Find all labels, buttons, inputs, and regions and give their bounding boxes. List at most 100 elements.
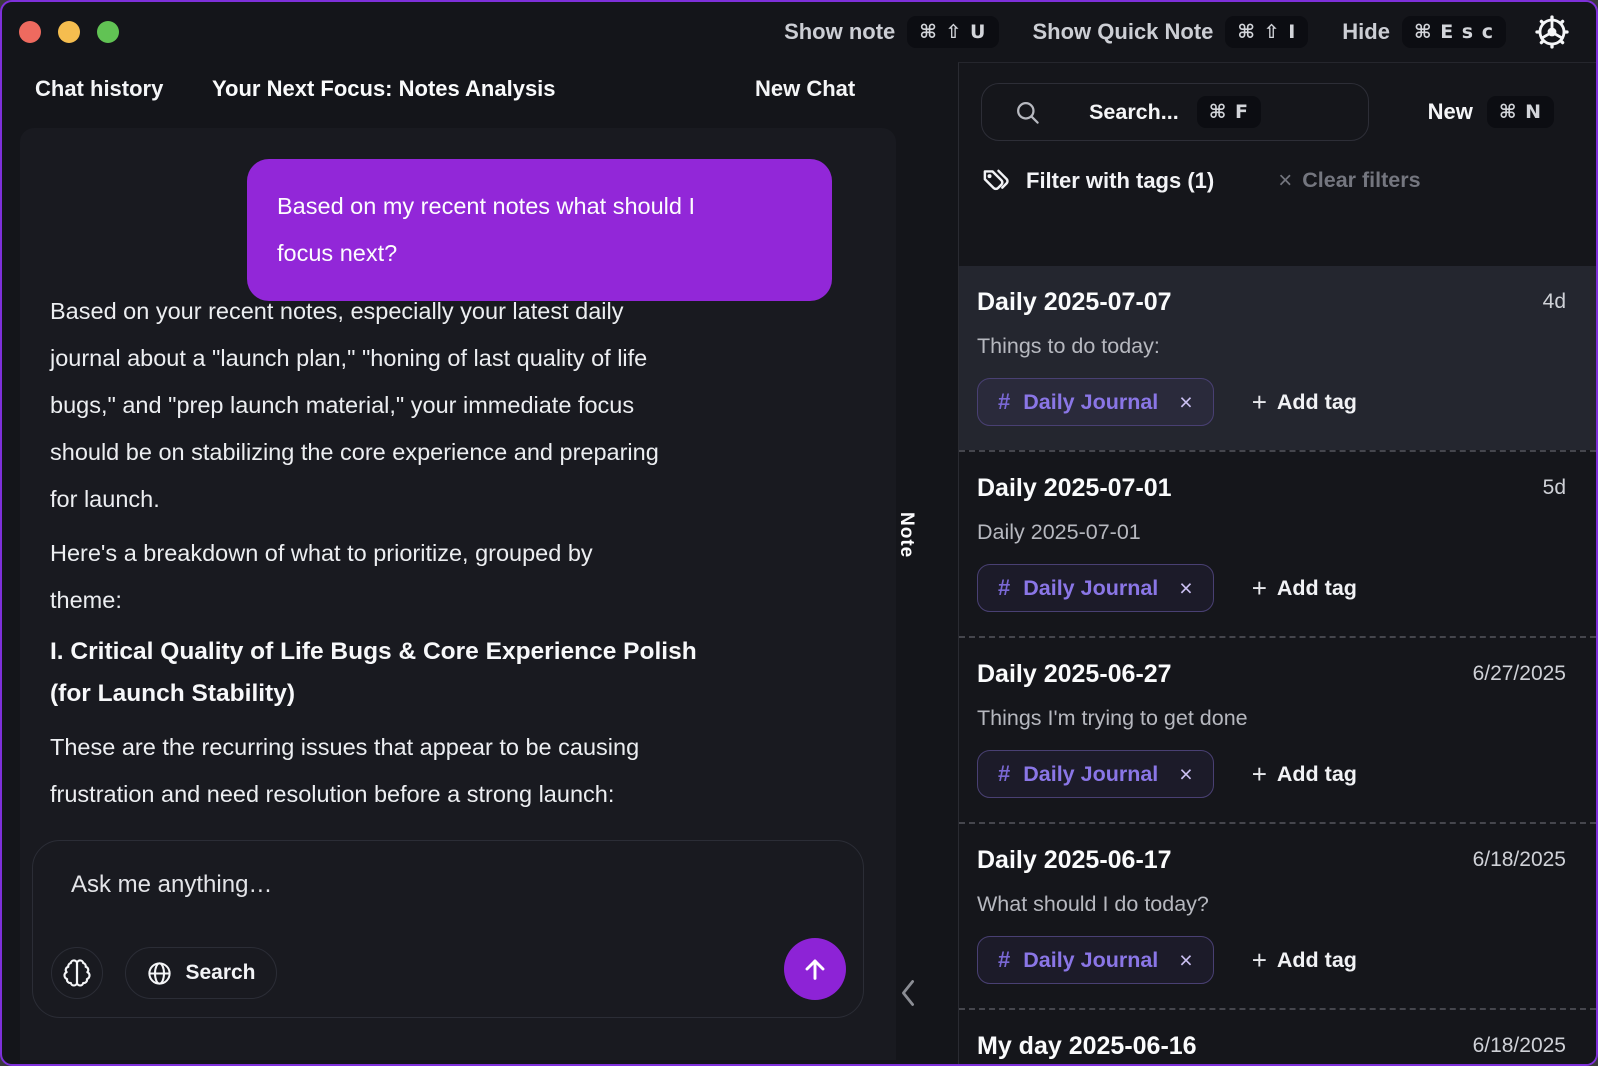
note-title: Daily 2025-06-17 — [977, 846, 1172, 875]
notes-toolbar: Search... ⌘ F New ⌘ N — [959, 63, 1596, 141]
note-list: Daily 2025-07-07 4d Things to do today: … — [959, 266, 1596, 1064]
clear-filters-button[interactable]: × Clear filters — [1278, 167, 1420, 195]
note-preview: Daily 2025-07-01 — [977, 520, 1566, 545]
assistant-heading: I. Critical Quality of Life Bugs & Core … — [50, 631, 860, 715]
search-icon — [1014, 99, 1041, 126]
add-tag-label: Add tag — [1277, 762, 1357, 787]
chat-input[interactable] — [71, 871, 743, 931]
remove-tag-icon[interactable]: × — [1179, 947, 1192, 974]
note-date: 4d — [1543, 288, 1566, 314]
brain-icon — [62, 958, 92, 988]
note-date: 6/18/2025 — [1473, 1032, 1566, 1058]
filter-with-tags-button[interactable]: Filter with tags (1) — [1026, 168, 1214, 194]
hide-action[interactable]: Hide ⌘ E s c — [1342, 16, 1506, 48]
clear-filters-label: Clear filters — [1302, 168, 1420, 193]
tag-pill[interactable]: # Daily Journal × — [977, 564, 1214, 612]
tag-pill[interactable]: # Daily Journal × — [977, 378, 1214, 426]
app-window: Show note ⌘ ⇧ U Show Quick Note ⌘ ⇧ I Hi… — [0, 0, 1598, 1066]
assistant-paragraph: These are the recurring issues that appe… — [50, 724, 860, 818]
close-window-button[interactable] — [19, 21, 41, 43]
user-message-bubble: Based on my recent notes what should I f… — [247, 159, 832, 301]
add-tag-label: Add tag — [1277, 576, 1357, 601]
note-tab[interactable]: Note — [895, 512, 917, 558]
web-search-toggle[interactable]: Search — [125, 947, 277, 999]
zoom-window-button[interactable] — [97, 21, 119, 43]
hide-label[interactable]: Hide — [1342, 19, 1390, 45]
tag-label: Daily Journal — [1023, 948, 1158, 973]
remove-tag-icon[interactable]: × — [1179, 575, 1192, 602]
add-tag-button[interactable]: + Add tag — [1252, 761, 1357, 787]
plus-icon: + — [1252, 947, 1267, 973]
minimize-window-button[interactable] — [58, 21, 80, 43]
note-card[interactable]: Daily 2025-06-17 6/18/2025 What should I… — [959, 822, 1596, 1008]
note-date: 6/27/2025 — [1473, 660, 1566, 686]
note-date: 6/18/2025 — [1473, 846, 1566, 872]
note-date: 5d — [1543, 474, 1566, 500]
chat-title: Your Next Focus: Notes Analysis — [212, 76, 556, 102]
note-card[interactable]: My day 2025-06-16 6/18/2025 — [959, 1008, 1596, 1064]
note-card[interactable]: Daily 2025-06-27 6/27/2025 Things I'm tr… — [959, 636, 1596, 822]
new-note-label: New — [1428, 99, 1473, 125]
show-note-label[interactable]: Show note — [784, 19, 895, 45]
notes-search-box[interactable]: Search... ⌘ F — [981, 83, 1369, 141]
notes-panel: Search... ⌘ F New ⌘ N Filter with tags (… — [958, 62, 1596, 1064]
filter-row: Filter with tags (1) × Clear filters — [959, 165, 1596, 196]
ai-model-button[interactable] — [51, 947, 103, 999]
chat-history-button[interactable]: Chat history — [35, 76, 163, 102]
show-note-shortcut: ⌘ ⇧ U — [907, 16, 998, 48]
tags-icon — [981, 165, 1012, 196]
assistant-message: Based on your recent notes, especially y… — [50, 288, 860, 825]
settings-button[interactable] — [1530, 10, 1574, 54]
note-title: Daily 2025-07-07 — [977, 288, 1172, 317]
chat-header: Chat history Your Next Focus: Notes Anal… — [2, 62, 957, 126]
arrow-up-icon — [799, 953, 831, 985]
tag-pill[interactable]: # Daily Journal × — [977, 936, 1214, 984]
show-quick-note-action[interactable]: Show Quick Note ⌘ ⇧ I — [1033, 16, 1309, 48]
show-note-action[interactable]: Show note ⌘ ⇧ U — [784, 16, 998, 48]
chevron-left-icon — [899, 978, 917, 1008]
clear-x-icon: × — [1278, 167, 1292, 195]
tag-label: Daily Journal — [1023, 576, 1158, 601]
show-quick-note-label[interactable]: Show Quick Note — [1033, 19, 1214, 45]
hash-icon: # — [998, 761, 1010, 787]
note-card[interactable]: Daily 2025-07-01 5d Daily 2025-07-01 # D… — [959, 450, 1596, 636]
add-tag-button[interactable]: + Add tag — [1252, 575, 1357, 601]
chat-input-container: Search — [32, 840, 864, 1018]
assistant-paragraph: Here's a breakdown of what to prioritize… — [50, 530, 860, 624]
collapse-panel-button[interactable] — [899, 978, 917, 1008]
note-preview: Things I'm trying to get done — [977, 706, 1566, 731]
new-note-shortcut: ⌘ N — [1487, 96, 1554, 128]
hide-shortcut: ⌘ E s c — [1402, 16, 1506, 48]
new-note-button[interactable]: New ⌘ N — [1428, 96, 1554, 128]
plus-icon: + — [1252, 389, 1267, 415]
note-card[interactable]: Daily 2025-07-07 4d Things to do today: … — [959, 266, 1596, 450]
assistant-paragraph: Based on your recent notes, especially y… — [50, 288, 860, 523]
traffic-lights — [19, 21, 119, 43]
add-tag-label: Add tag — [1277, 390, 1357, 415]
note-title: Daily 2025-07-01 — [977, 474, 1172, 503]
web-search-label: Search — [185, 961, 255, 985]
add-tag-label: Add tag — [1277, 948, 1357, 973]
titlebar-actions: Show note ⌘ ⇧ U Show Quick Note ⌘ ⇧ I Hi… — [766, 10, 1596, 54]
titlebar: Show note ⌘ ⇧ U Show Quick Note ⌘ ⇧ I Hi… — [2, 2, 1596, 62]
show-quick-note-shortcut: ⌘ ⇧ I — [1225, 16, 1308, 48]
note-title: My day 2025-06-16 — [977, 1032, 1197, 1061]
plus-icon: + — [1252, 761, 1267, 787]
add-tag-button[interactable]: + Add tag — [1252, 389, 1357, 415]
remove-tag-icon[interactable]: × — [1179, 761, 1192, 788]
gear-icon — [1532, 12, 1572, 52]
search-shortcut: ⌘ F — [1197, 96, 1261, 128]
add-tag-button[interactable]: + Add tag — [1252, 947, 1357, 973]
tag-pill[interactable]: # Daily Journal × — [977, 750, 1214, 798]
send-button[interactable] — [784, 938, 846, 1000]
note-preview: What should I do today? — [977, 892, 1566, 917]
remove-tag-icon[interactable]: × — [1179, 389, 1192, 416]
tag-label: Daily Journal — [1023, 762, 1158, 787]
hash-icon: # — [998, 389, 1010, 415]
new-chat-button[interactable]: New Chat — [755, 76, 855, 102]
chat-message-area: Based on my recent notes what should I f… — [20, 128, 896, 1060]
plus-icon: + — [1252, 575, 1267, 601]
globe-icon — [146, 960, 173, 987]
chat-panel: Chat history Your Next Focus: Notes Anal… — [2, 62, 957, 1064]
note-preview: Things to do today: — [977, 334, 1566, 359]
